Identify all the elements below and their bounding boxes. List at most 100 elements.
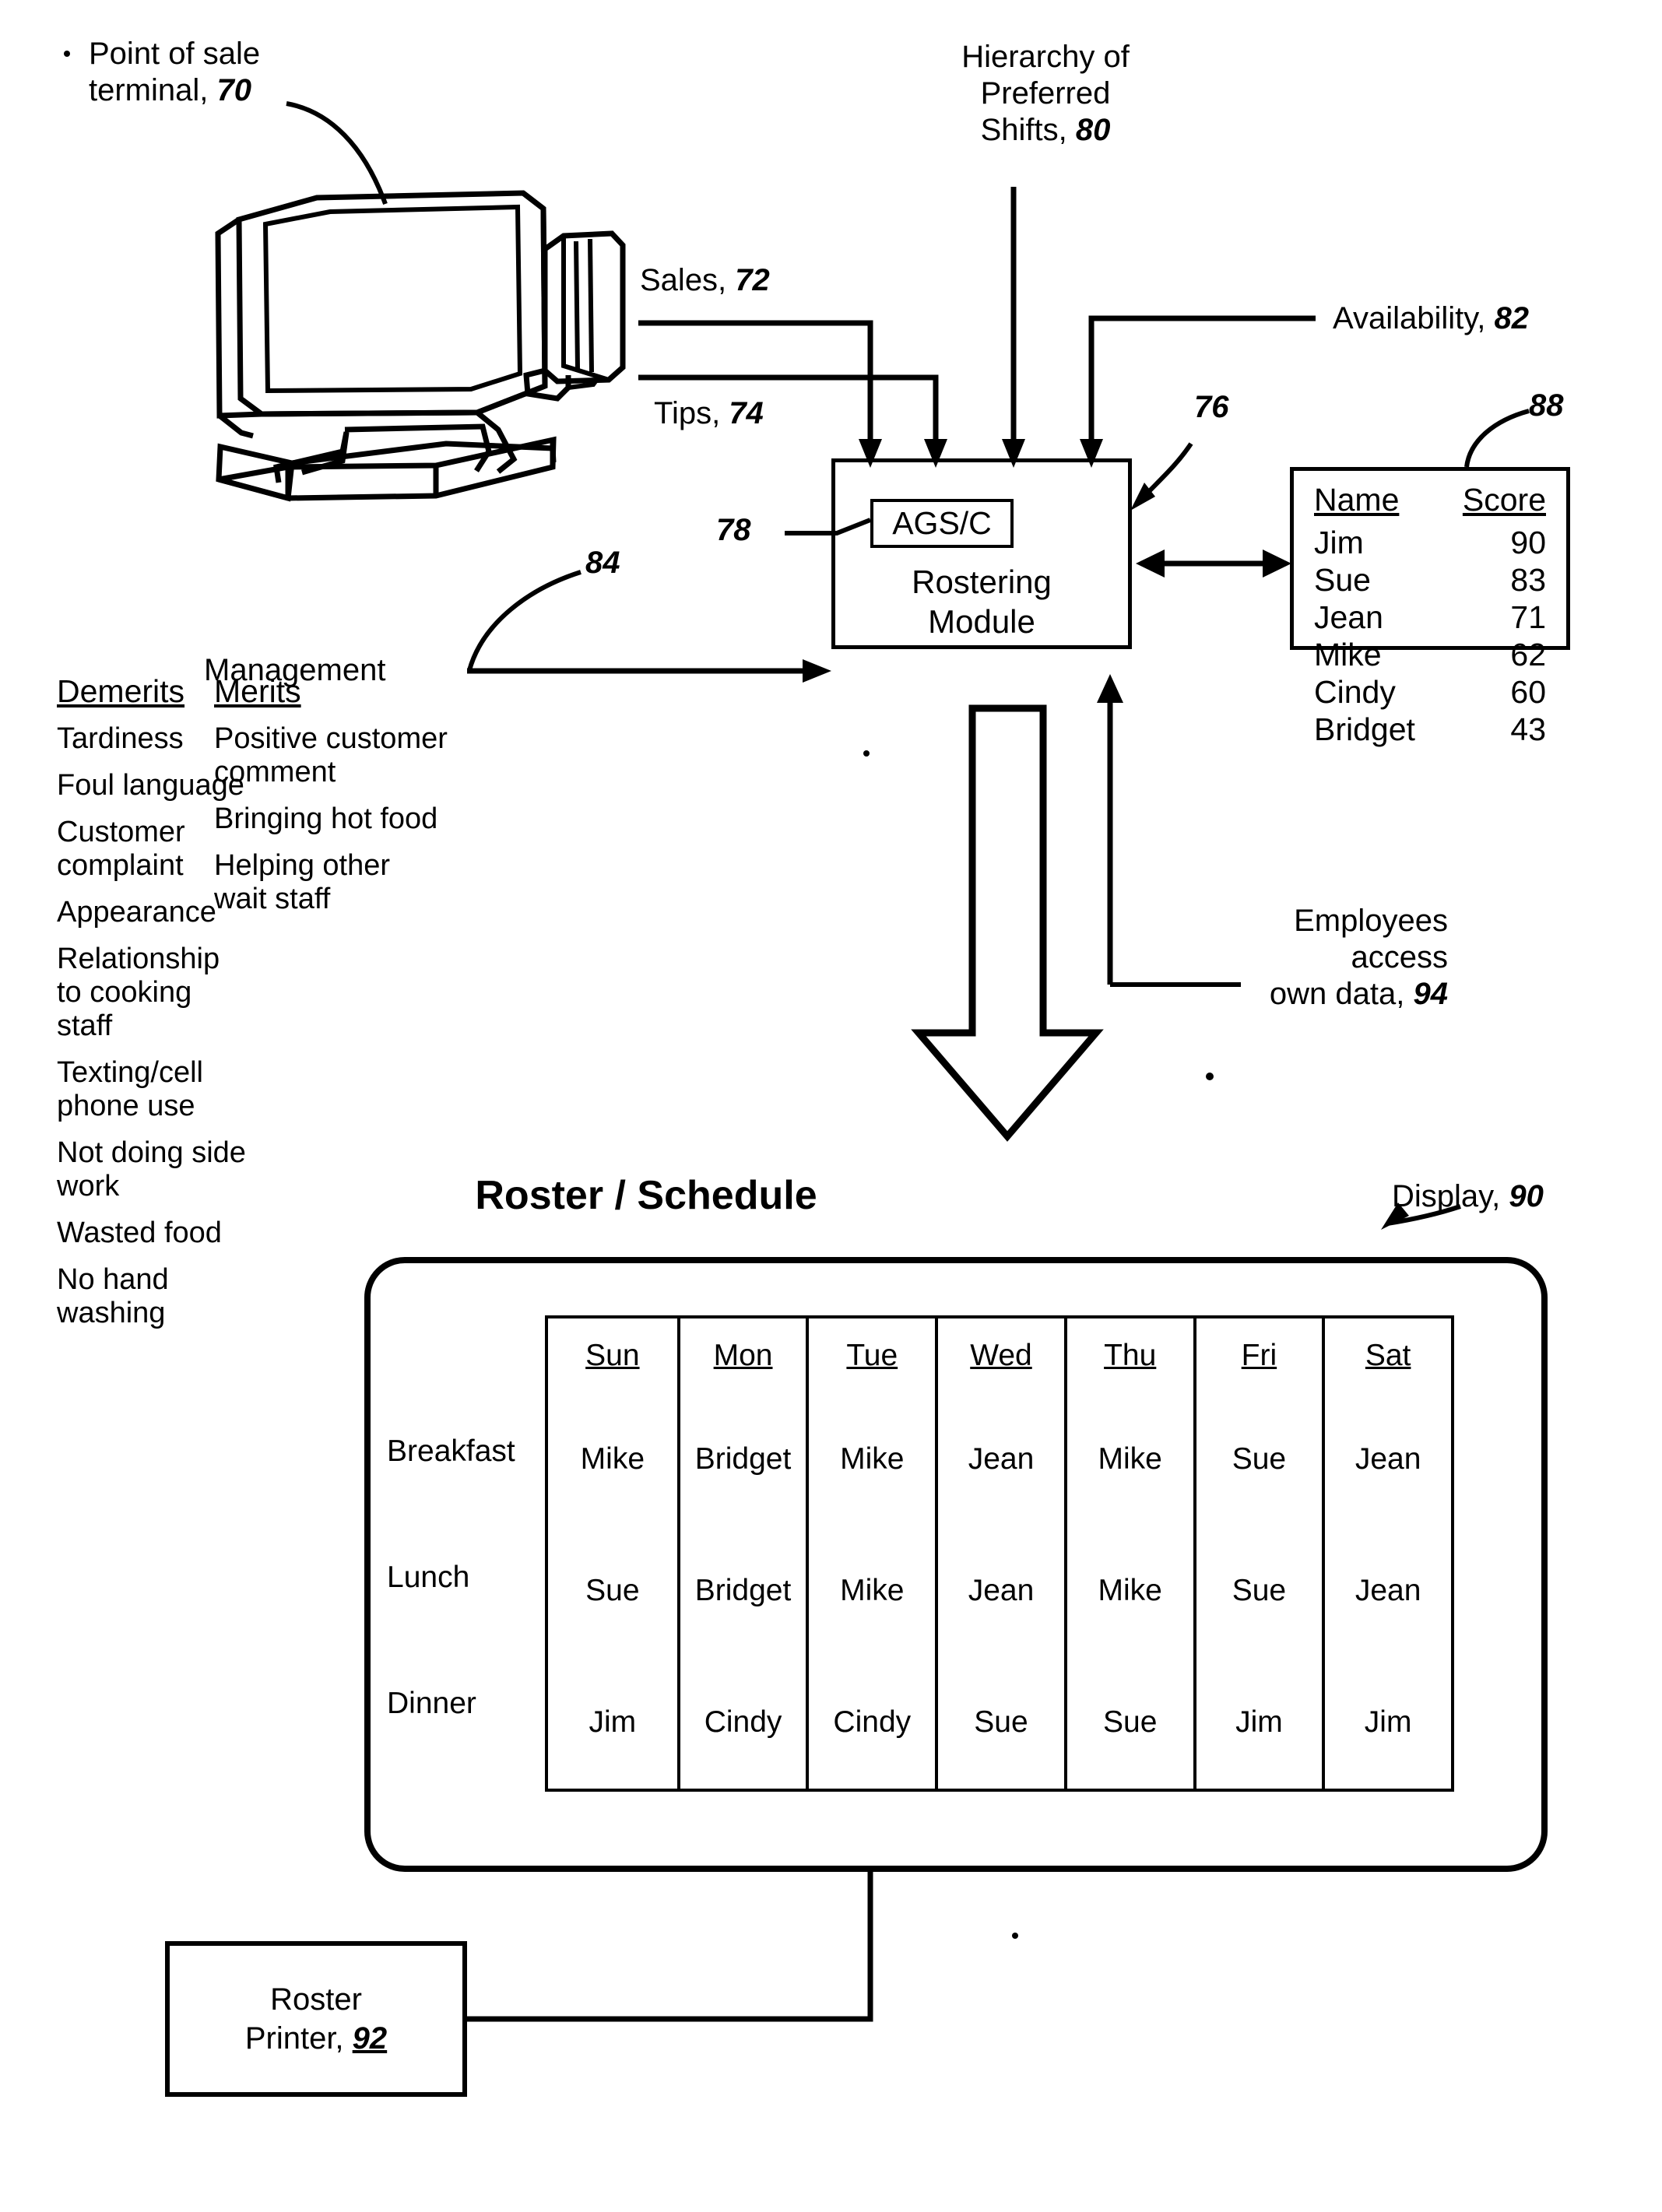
day-header-label: Fri xyxy=(1241,1339,1277,1372)
schedule-cell[interactable]: Jean xyxy=(935,1393,1064,1526)
employee-score-table[interactable]: Name Score Jim 90 Sue 83 Jean 71 Mike 62 Cin… xyxy=(1290,467,1570,746)
roster-printer-box[interactable]: Roster Printer, 92 xyxy=(165,1941,467,2097)
merits-item: Positive customer comment xyxy=(214,722,448,788)
day-header-label: Thu xyxy=(1104,1339,1157,1372)
module-name-line2: Module xyxy=(928,603,1035,641)
schedule-cell[interactable]: Jean xyxy=(1322,1393,1451,1526)
callout-tips-text: Tips, xyxy=(654,396,729,430)
merits-heading: Merits xyxy=(214,673,301,709)
day-header: Sun xyxy=(548,1318,677,1393)
patent-figure: Point of sale terminal, 70 Hierarchy of … xyxy=(0,0,1662,2212)
day-header: Tue xyxy=(806,1318,935,1393)
score-row-name: Bridget xyxy=(1314,711,1415,747)
schedule-cell[interactable]: Cindy xyxy=(806,1656,935,1789)
table-row: Cindy 60 xyxy=(1294,671,1566,708)
schedule-cell[interactable]: Mike xyxy=(806,1393,935,1526)
day-header-label: Wed xyxy=(970,1339,1032,1372)
day-header: Thu xyxy=(1063,1318,1193,1393)
ags-c-label: AGS/C xyxy=(892,505,992,541)
table-row: Mike 62 xyxy=(1294,634,1566,671)
callout-tips: Tips, 74 xyxy=(654,395,764,432)
schedule-cell[interactable]: Sue xyxy=(935,1656,1064,1789)
schedule-cell[interactable]: Jim xyxy=(1193,1656,1323,1789)
demerits-item: Texting/cell phone use xyxy=(57,1056,203,1122)
callout-availability-text: Availability, xyxy=(1333,301,1495,335)
ref-88: 88 xyxy=(1529,388,1564,423)
schedule-cell[interactable]: Jim xyxy=(1322,1656,1451,1789)
callout-availability: Availability, 82 xyxy=(1333,300,1529,337)
ref-70: 70 xyxy=(216,73,252,108)
day-header-label: Tue xyxy=(846,1339,898,1372)
rostering-module-label: Rostering Module xyxy=(831,562,1132,641)
arrow-management-84 xyxy=(467,659,831,683)
shift-label-dinner: Dinner xyxy=(387,1687,476,1720)
schedule-cell[interactable]: Sue xyxy=(1193,1525,1323,1657)
score-table-col-name: Name xyxy=(1314,482,1400,518)
schedule-cell[interactable]: Mike xyxy=(1063,1525,1193,1657)
ref-74: 74 xyxy=(729,396,764,430)
score-row-name: Sue xyxy=(1314,562,1371,598)
score-row-score: 60 xyxy=(1510,674,1546,710)
callout-display-text: Display, xyxy=(1392,1179,1509,1213)
merits-item: Bringing hot food xyxy=(214,802,438,835)
leader-84 xyxy=(467,570,582,671)
table-row: Jean 71 xyxy=(1294,596,1566,634)
schedule-cell[interactable]: Jim xyxy=(548,1657,677,1789)
score-row-score: 90 xyxy=(1510,525,1546,560)
schedule-cell[interactable]: Bridget xyxy=(676,1525,806,1657)
score-row-name: Jim xyxy=(1314,525,1364,560)
merits-item: Helping other wait staff xyxy=(214,849,391,915)
ref-92: 92 xyxy=(352,2021,388,2056)
roster-schedule-grid[interactable]: Sun Mon Tue Wed Thu Fri Sat Mike Bridget… xyxy=(545,1315,1454,1792)
printer-label-line2: Printer, 92 xyxy=(245,2019,387,2058)
schedule-cell[interactable]: Bridget xyxy=(676,1393,806,1526)
callout-hierarchy: Hierarchy of Preferred Shifts, 80 xyxy=(917,39,1174,149)
ref-94: 94 xyxy=(1413,977,1449,1012)
schedule-cell[interactable]: Cindy xyxy=(676,1656,806,1789)
score-row-name: Mike xyxy=(1314,637,1382,672)
printer-label-line1: Roster xyxy=(270,1982,362,2017)
callout-sales-text: Sales, xyxy=(640,263,736,297)
score-table-col-score: Score xyxy=(1462,482,1546,518)
score-row-score: 62 xyxy=(1510,637,1546,672)
score-row-score: 83 xyxy=(1510,562,1546,598)
ref-76: 76 xyxy=(1194,390,1229,424)
schedule-cell[interactable]: Sue xyxy=(1063,1656,1193,1789)
callout-display: Display, 90 xyxy=(1392,1178,1544,1215)
page-title: Roster / Schedule xyxy=(475,1173,817,1218)
schedule-cell[interactable]: Mike xyxy=(548,1393,677,1525)
day-header-label: Sat xyxy=(1365,1339,1411,1372)
table-row: Sue 83 xyxy=(1294,559,1566,596)
arrow-hierarchy-80 xyxy=(1002,187,1025,468)
leader-88 xyxy=(1464,409,1530,468)
schedule-cell[interactable]: Jean xyxy=(1322,1525,1451,1657)
ref-72: 72 xyxy=(735,263,770,297)
table-row: Bridget 43 xyxy=(1294,708,1566,746)
ref-82: 82 xyxy=(1494,301,1530,335)
printer-label-text: Printer, xyxy=(244,2021,353,2056)
scan-speck xyxy=(64,51,70,57)
module-name-line1: Rostering xyxy=(912,564,1052,600)
connector-display-printer xyxy=(467,1872,873,2022)
score-row-name: Jean xyxy=(1314,599,1383,635)
schedule-cell[interactable]: Mike xyxy=(1063,1393,1193,1526)
day-header: Fri xyxy=(1193,1318,1323,1393)
ref-90: 90 xyxy=(1509,1179,1544,1213)
day-header-label: Sun xyxy=(585,1339,640,1372)
score-row-score: 43 xyxy=(1510,711,1546,747)
ags-c-box[interactable]: AGS/C xyxy=(870,499,1014,548)
leader-70 xyxy=(286,101,388,205)
score-table-header: Name Score xyxy=(1294,471,1566,521)
shift-label-lunch: Lunch xyxy=(387,1561,470,1594)
demerits-item: No hand washing xyxy=(57,1263,169,1329)
day-header: Sat xyxy=(1322,1318,1451,1393)
schedule-cell[interactable]: Sue xyxy=(1193,1393,1323,1526)
demerits-item: Relationship to cooking staff xyxy=(57,943,220,1042)
schedule-cell[interactable]: Jean xyxy=(935,1525,1064,1657)
schedule-cell[interactable]: Sue xyxy=(548,1525,677,1656)
schedule-cell[interactable]: Mike xyxy=(806,1525,935,1657)
table-row: Jim 90 xyxy=(1294,521,1566,559)
callout-pos-terminal: Point of sale terminal, 70 xyxy=(89,36,260,109)
ref-80: 80 xyxy=(1075,113,1111,148)
merits-list: Merits Positive customer comment Bringin… xyxy=(214,673,448,929)
